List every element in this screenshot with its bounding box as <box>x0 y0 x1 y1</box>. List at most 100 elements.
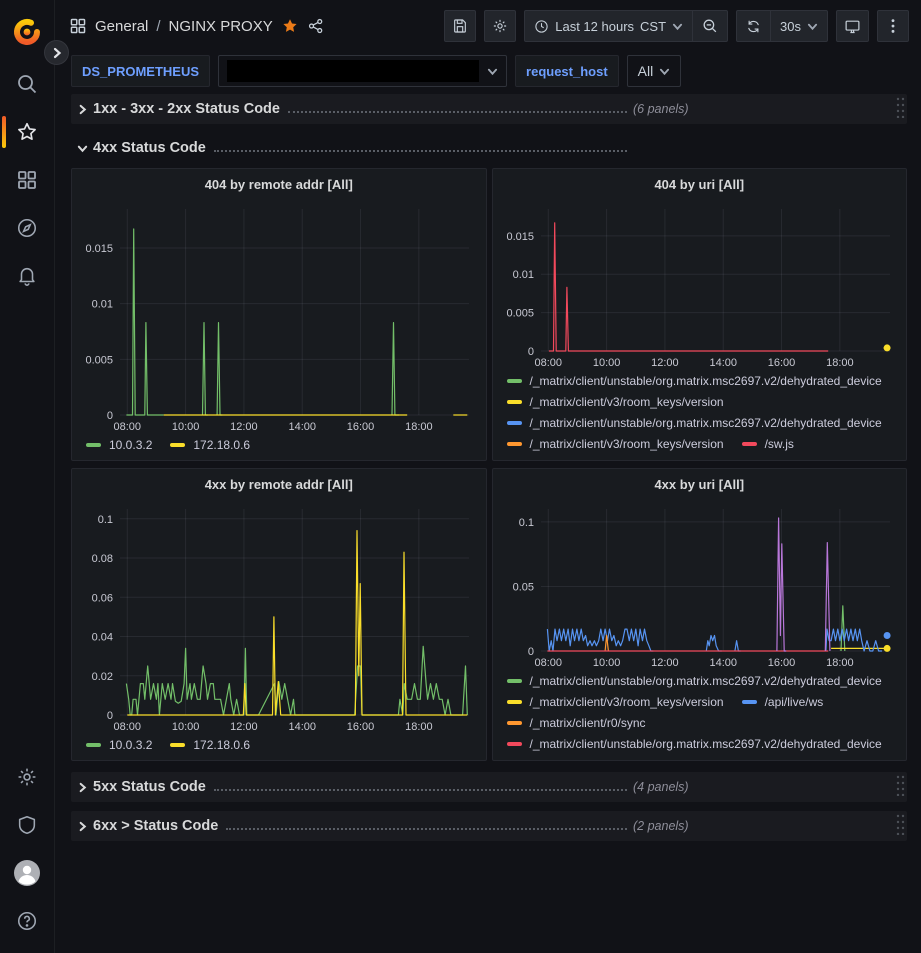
svg-text:0.015: 0.015 <box>85 243 113 255</box>
row-5xx[interactable]: 5xx Status Code (4 panels) <box>71 772 907 802</box>
sidebar-item-settings[interactable] <box>0 753 55 801</box>
sidebar-item-starred[interactable] <box>0 108 55 156</box>
svg-text:0: 0 <box>107 710 113 722</box>
chevron-right-icon[interactable] <box>71 821 93 832</box>
chevron-right-icon[interactable] <box>71 782 93 793</box>
chevron-down-icon[interactable] <box>71 143 93 154</box>
svg-text:08:00: 08:00 <box>534 357 562 369</box>
legend-item[interactable]: /_matrix/client/r0/sync <box>507 715 646 730</box>
svg-text:0.015: 0.015 <box>506 231 534 243</box>
svg-text:18:00: 18:00 <box>826 657 854 669</box>
legend-label: 10.0.3.2 <box>109 438 152 452</box>
bell-icon <box>16 265 38 287</box>
variable-select-ds-prometheus[interactable] <box>218 55 507 87</box>
axis-labels: 00.050.108:0010:0012:0014:0016:0018:00 <box>512 517 853 669</box>
breadcrumb-section[interactable]: General <box>95 18 148 35</box>
panel-1: 404 by remote addr [All] 00.0050.010.015… <box>71 168 487 461</box>
svg-text:08:00: 08:00 <box>114 421 142 433</box>
chevron-right-icon[interactable] <box>71 104 93 115</box>
dashboard-grid-icon <box>69 17 87 35</box>
legend-label: /_matrix/client/r0/sync <box>530 716 646 730</box>
panel-legend: 10.0.3.2 172.18.0.6 <box>80 435 478 452</box>
chart-svg[interactable]: 00.0050.010.01508:0010:0012:0014:0016:00… <box>80 199 477 435</box>
panel-header[interactable]: 4xx by remote addr [All] <box>80 469 478 499</box>
row-drag-handle[interactable] <box>895 774 905 801</box>
dashboard-settings-button[interactable] <box>484 10 516 42</box>
chart-svg[interactable]: 00.050.108:0010:0012:0014:0016:0018:00 <box>501 499 898 671</box>
svg-text:18:00: 18:00 <box>405 421 433 433</box>
svg-text:18:00: 18:00 <box>826 357 854 369</box>
series-point <box>883 632 890 639</box>
legend-item[interactable]: /_matrix/client/unstable/org.matrix.msc2… <box>507 415 882 430</box>
legend-item[interactable]: 10.0.3.2 <box>86 437 152 452</box>
svg-text:10:00: 10:00 <box>172 721 200 733</box>
svg-text:14:00: 14:00 <box>709 357 737 369</box>
svg-text:10:00: 10:00 <box>592 657 620 669</box>
row-title[interactable]: 1xx - 3xx - 2xx Status Code <box>93 101 280 117</box>
zoom-out-button[interactable] <box>693 11 727 41</box>
star-filled-icon[interactable] <box>281 17 299 35</box>
row-drag-handle[interactable] <box>895 813 905 840</box>
chart-svg[interactable]: 00.020.040.060.080.108:0010:0012:0014:00… <box>80 499 477 735</box>
refresh-button[interactable] <box>737 11 770 41</box>
row-4xx[interactable]: 4xx Status Code <box>71 133 907 163</box>
legend-item[interactable]: 172.18.0.6 <box>170 437 250 452</box>
search-icon <box>16 73 38 95</box>
panel-header[interactable]: 4xx by uri [All] <box>501 469 899 499</box>
dashboard-title[interactable]: NGINX PROXY <box>169 18 273 35</box>
legend-item[interactable]: /_matrix/client/v3/room_keys/version <box>507 694 724 709</box>
breadcrumb: General / NGINX PROXY <box>69 17 325 35</box>
tv-mode-button[interactable] <box>836 10 869 42</box>
panel-header[interactable]: 404 by uri [All] <box>501 169 899 199</box>
legend-swatch <box>742 442 757 446</box>
svg-text:12:00: 12:00 <box>651 657 679 669</box>
variable-label-ds-prometheus[interactable]: DS_PROMETHEUS <box>71 55 210 87</box>
refresh-interval-picker[interactable]: 30s <box>771 11 827 41</box>
chart-svg[interactable]: 00.0050.010.01508:0010:0012:0014:0016:00… <box>501 199 898 371</box>
sidebar-item-search[interactable] <box>0 60 55 108</box>
sidebar-item-dashboards[interactable] <box>0 156 55 204</box>
legend-item[interactable]: /_matrix/client/v3/room_keys/version <box>507 436 724 451</box>
panel-header[interactable]: 404 by remote addr [All] <box>80 169 478 199</box>
panel-title: 4xx by uri [All] <box>654 477 744 492</box>
svg-text:0.01: 0.01 <box>512 269 533 281</box>
row-title[interactable]: 4xx Status Code <box>93 140 206 156</box>
sidebar-item-explore[interactable] <box>0 204 55 252</box>
legend-item[interactable]: /_matrix/client/unstable/org.matrix.msc2… <box>507 373 882 388</box>
sidebar-item-profile[interactable] <box>0 849 55 897</box>
panel-chart: 00.020.040.060.080.108:0010:0012:0014:00… <box>80 499 478 735</box>
sidebar-item-server-admin[interactable] <box>0 801 55 849</box>
sidebar-expand-button[interactable] <box>44 40 69 65</box>
svg-text:0.04: 0.04 <box>92 632 113 644</box>
legend-item[interactable]: /_matrix/client/v3/room_keys/version <box>507 394 724 409</box>
save-dashboard-button[interactable] <box>444 10 476 42</box>
svg-text:14:00: 14:00 <box>709 657 737 669</box>
axis-labels: 00.0050.010.01508:0010:0012:0014:0016:00… <box>85 243 432 433</box>
row-drag-handle[interactable] <box>895 96 905 123</box>
row-1xx-3xx-2xx[interactable]: 1xx - 3xx - 2xx Status Code (6 panels) <box>71 94 907 124</box>
time-range-picker[interactable]: Last 12 hours CST <box>525 11 692 41</box>
share-icon[interactable] <box>307 17 325 35</box>
legend-item[interactable]: /_matrix/client/unstable/org.matrix.msc2… <box>507 673 882 688</box>
monitor-icon <box>844 18 861 35</box>
row-title[interactable]: 5xx Status Code <box>93 779 206 795</box>
legend-item[interactable]: /_matrix/client/unstable/org.matrix.msc2… <box>507 736 882 751</box>
variable-select-request-host[interactable]: All <box>627 55 682 87</box>
legend-item[interactable]: 172.18.0.6 <box>170 737 250 752</box>
variable-label-request-host[interactable]: request_host <box>515 55 619 87</box>
legend-swatch <box>507 700 522 704</box>
more-options-button[interactable] <box>877 10 909 42</box>
panel-legend: /_matrix/client/unstable/org.matrix.msc2… <box>501 371 899 451</box>
series-line <box>841 606 845 651</box>
legend-item[interactable]: /api/live/ws <box>742 694 824 709</box>
row-title-group: 4xx Status Code <box>71 140 633 156</box>
legend-item[interactable]: /sw.js <box>742 436 794 451</box>
row-6xx[interactable]: 6xx > Status Code (2 panels) <box>71 811 907 841</box>
row-title[interactable]: 6xx > Status Code <box>93 818 218 834</box>
sidebar-item-alerting[interactable] <box>0 252 55 300</box>
sidebar-item-help[interactable] <box>0 897 55 945</box>
chevron-down-icon <box>659 66 670 77</box>
legend-item[interactable]: /_matrix/client/unstable/org.matrix.msc2… <box>507 757 882 760</box>
gear-icon <box>492 18 508 34</box>
legend-item[interactable]: 10.0.3.2 <box>86 737 152 752</box>
